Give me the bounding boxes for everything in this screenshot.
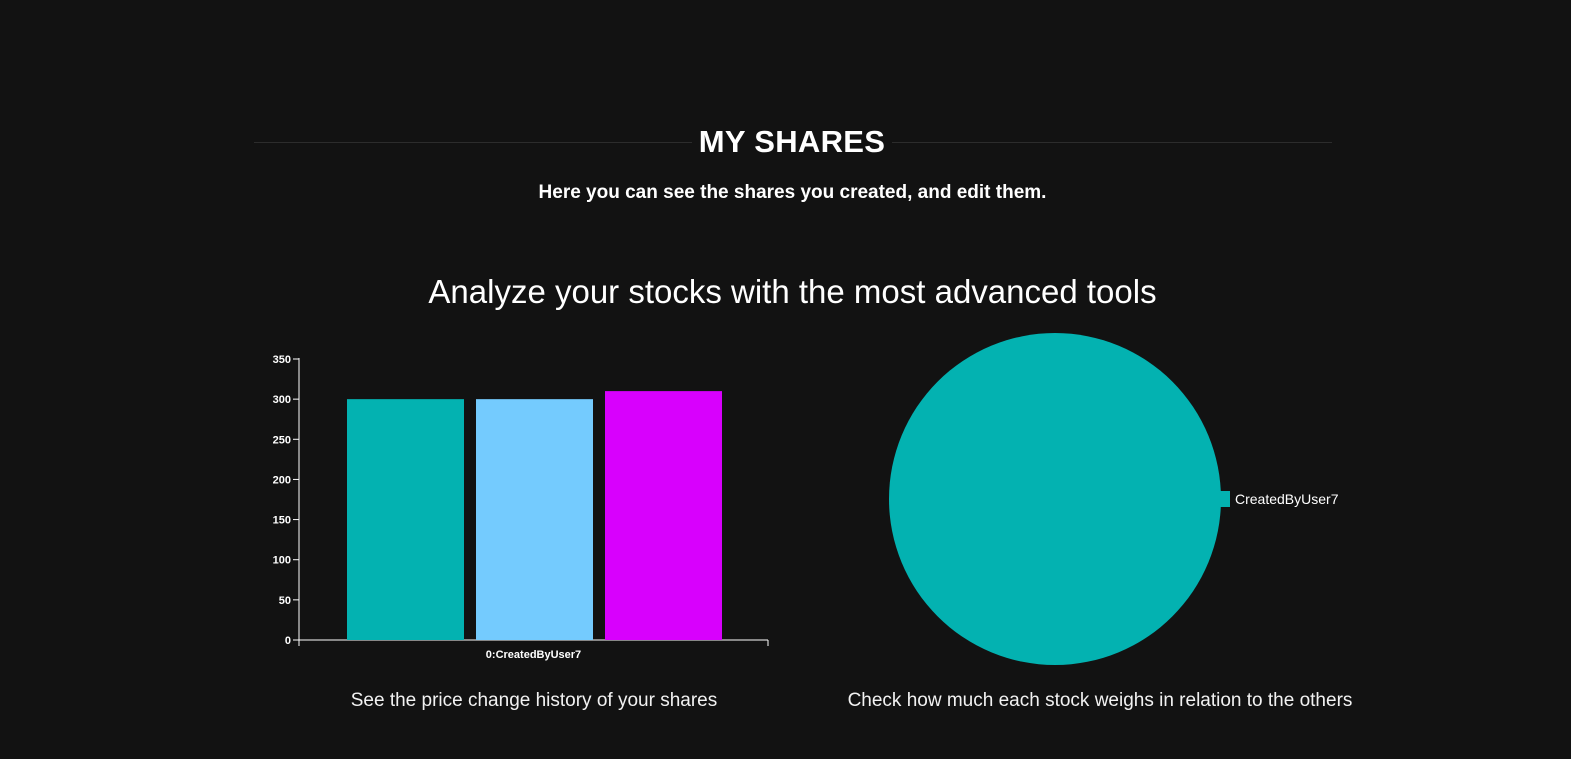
pie-slice (889, 333, 1221, 665)
bar-chart: 0 50 100 150 200 250 300 350 0:CreatedByUser7 (273, 354, 769, 661)
bar (347, 399, 464, 640)
bar (605, 391, 722, 640)
charts-canvas: 0 50 100 150 200 250 300 350 0:CreatedByUser7 Cr… (273, 333, 1339, 665)
y-tick-label: 100 (273, 555, 291, 567)
bar-chart-caption: See the price change history of your sha… (350, 690, 718, 711)
y-tick-label: 250 (273, 434, 291, 446)
y-tick-label: 0 (285, 635, 291, 647)
legend-swatch (1219, 491, 1230, 507)
y-tick-label: 50 (279, 595, 291, 607)
y-tick-label: 200 (273, 474, 291, 486)
y-tick-label: 150 (273, 515, 291, 527)
pie-chart: CreatedByUser7 (889, 333, 1339, 665)
bar (476, 399, 593, 640)
x-category-label: 0:CreatedByUser7 (486, 649, 581, 661)
y-tick-label: 300 (273, 394, 291, 406)
y-tick-label: 350 (273, 354, 291, 366)
pie-chart-caption: Check how much each stock weighs in rela… (847, 690, 1353, 711)
legend-label: CreatedByUser7 (1235, 491, 1339, 507)
